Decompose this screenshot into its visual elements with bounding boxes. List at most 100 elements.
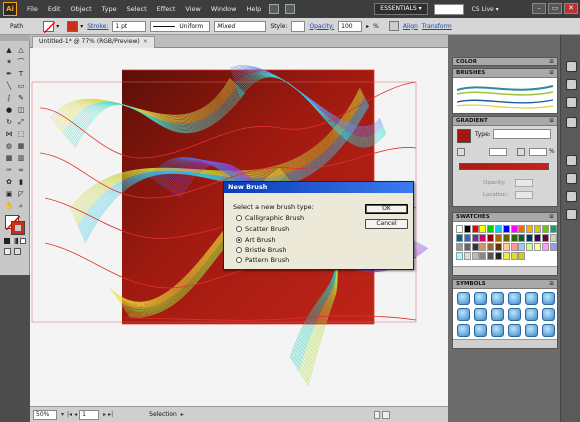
color-swatch[interactable] — [549, 243, 557, 251]
gradient-tool-icon[interactable]: ▥ — [16, 153, 26, 163]
radio-pattern-brush[interactable]: Pattern Brush — [236, 256, 289, 264]
radio-button-icon[interactable] — [236, 215, 242, 221]
screen-mode-icon[interactable] — [14, 248, 21, 255]
symbols-panel-header[interactable]: SYMBOLS ≡ — [453, 280, 557, 289]
direct-selection-tool-icon[interactable]: △ — [16, 45, 26, 55]
color-swatch[interactable] — [541, 234, 549, 242]
close-tab-icon[interactable]: × — [143, 38, 148, 45]
color-swatch[interactable] — [479, 225, 487, 233]
variable-width-profile[interactable]: Uniform — [150, 20, 211, 32]
color-swatch[interactable] — [495, 225, 502, 233]
arrow-up-symbol-icon[interactable] — [508, 292, 521, 305]
search-input[interactable] — [433, 3, 464, 15]
color-swatch[interactable] — [526, 243, 534, 251]
opacity-label[interactable]: Opacity: — [309, 23, 334, 30]
button-symbol-icon[interactable] — [542, 324, 555, 337]
radio-button-selected-icon[interactable] — [236, 237, 242, 243]
radio-button-icon[interactable] — [236, 257, 242, 263]
menu-window[interactable]: Window — [206, 0, 242, 18]
arrow-down-symbol-icon[interactable] — [457, 308, 470, 321]
hand-tool-icon[interactable]: ✋ — [4, 201, 14, 211]
fill-dropdown-icon[interactable]: ▾ — [56, 23, 59, 30]
color-swatch[interactable] — [463, 234, 471, 242]
stroke-panel-icon[interactable] — [566, 191, 577, 202]
menu-file[interactable]: File — [22, 0, 43, 18]
leaf-symbol-icon[interactable] — [457, 324, 470, 337]
cs-live-menu[interactable]: CS Live ▾ — [472, 6, 499, 13]
color-swatch[interactable] — [518, 243, 526, 251]
gradient-type-select[interactable] — [493, 129, 551, 139]
arrow-down-symbol-icon[interactable] — [474, 308, 487, 321]
radio-bristle-brush[interactable]: Bristle Brush — [236, 246, 287, 254]
color-swatch[interactable] — [495, 252, 502, 260]
color-swatch[interactable] — [463, 225, 471, 233]
color-swatch[interactable] — [502, 234, 510, 242]
menu-view[interactable]: View — [180, 0, 205, 18]
color-swatch[interactable] — [487, 225, 495, 233]
color-guide-icon[interactable] — [566, 61, 577, 72]
color-swatch[interactable] — [526, 234, 534, 242]
close-window-button[interactable]: ✕ — [564, 3, 578, 14]
scroll-left-icon[interactable] — [373, 410, 380, 419]
color-swatch[interactable] — [534, 243, 541, 251]
arrow-up-symbol-icon[interactable] — [491, 292, 504, 305]
appearance-icon[interactable] — [566, 117, 577, 128]
color-swatch[interactable] — [502, 225, 510, 233]
workspace-switcher[interactable]: ESSENTIALS ▾ — [374, 3, 428, 15]
lasso-tool-icon[interactable]: ⌒ — [16, 57, 26, 67]
color-panel-header[interactable]: COLOR ≡ — [453, 58, 557, 65]
gradient-opacity-field[interactable] — [515, 179, 533, 187]
arrow-down-symbol-icon[interactable] — [525, 308, 538, 321]
panel-menu-icon[interactable]: ≡ — [549, 214, 554, 220]
graphic-styles-icon[interactable] — [566, 155, 577, 166]
menu-effect[interactable]: Effect — [152, 0, 181, 18]
color-swatch[interactable] — [471, 234, 479, 242]
gradient-angle-field[interactable] — [489, 148, 507, 156]
radio-button-icon[interactable] — [236, 247, 242, 253]
first-artboard-icon[interactable]: |◂ — [67, 411, 72, 418]
pen-tool-icon[interactable]: ✒ — [4, 69, 14, 79]
leaf-symbol-icon[interactable] — [474, 324, 487, 337]
color-swatch[interactable] — [471, 225, 479, 233]
radio-scatter-brush[interactable]: Scatter Brush — [236, 225, 289, 233]
scale-tool-icon[interactable]: ⤢ — [16, 117, 26, 127]
radio-art-brush[interactable]: Art Brush — [236, 236, 276, 244]
color-swatch[interactable] — [487, 234, 495, 242]
menu-select[interactable]: Select — [122, 0, 152, 18]
color-swatch[interactable] — [471, 252, 479, 260]
color-swatch[interactable] — [510, 234, 518, 242]
layers-icon[interactable] — [566, 97, 577, 108]
stroke-swatch[interactable] — [67, 20, 79, 32]
mesh-tool-icon[interactable]: ▩ — [4, 153, 14, 163]
color-swatch[interactable] — [479, 243, 487, 251]
zoom-tool-icon[interactable]: ⌕ — [16, 201, 26, 211]
color-swatch[interactable] — [487, 243, 495, 251]
transform-link[interactable]: Transform — [422, 23, 452, 30]
stroke-color-box[interactable] — [11, 221, 25, 235]
color-swatch[interactable] — [534, 234, 541, 242]
maximize-button[interactable]: ▭ — [548, 3, 562, 14]
color-swatch[interactable] — [502, 252, 510, 260]
brushes-panel-header[interactable]: BRUSHES ≡ — [453, 69, 557, 78]
color-swatch[interactable] — [549, 234, 557, 242]
radio-calligraphic-brush[interactable]: Calligraphic Brush — [236, 214, 304, 222]
previous-artboard-icon[interactable]: ◂ — [74, 411, 77, 418]
color-swatch[interactable] — [463, 252, 471, 260]
brush-definition-field[interactable]: Mixed — [214, 20, 267, 32]
panel-menu-icon[interactable]: ≡ — [549, 70, 554, 76]
artboard-number-field[interactable]: 1 — [79, 409, 100, 420]
ok-button[interactable]: OK — [365, 204, 408, 214]
color-swatch[interactable] — [456, 243, 463, 251]
color-swatch[interactable] — [471, 243, 479, 251]
graphic-style-swatch[interactable] — [291, 20, 306, 32]
bridge-icon[interactable] — [269, 4, 280, 14]
color-swatch[interactable] — [510, 225, 518, 233]
menu-object[interactable]: Object — [65, 0, 96, 18]
next-artboard-icon[interactable]: ▸ — [103, 411, 106, 418]
stroke-weight-field[interactable]: 1 pt — [112, 20, 147, 32]
color-swatch[interactable] — [463, 243, 471, 251]
menu-edit[interactable]: Edit — [43, 0, 66, 18]
free-transform-tool-icon[interactable]: ⬚ — [16, 129, 26, 139]
gradient-panel-header[interactable]: GRADIENT ≡ — [453, 117, 557, 126]
arrow-up-symbol-icon[interactable] — [542, 292, 555, 305]
